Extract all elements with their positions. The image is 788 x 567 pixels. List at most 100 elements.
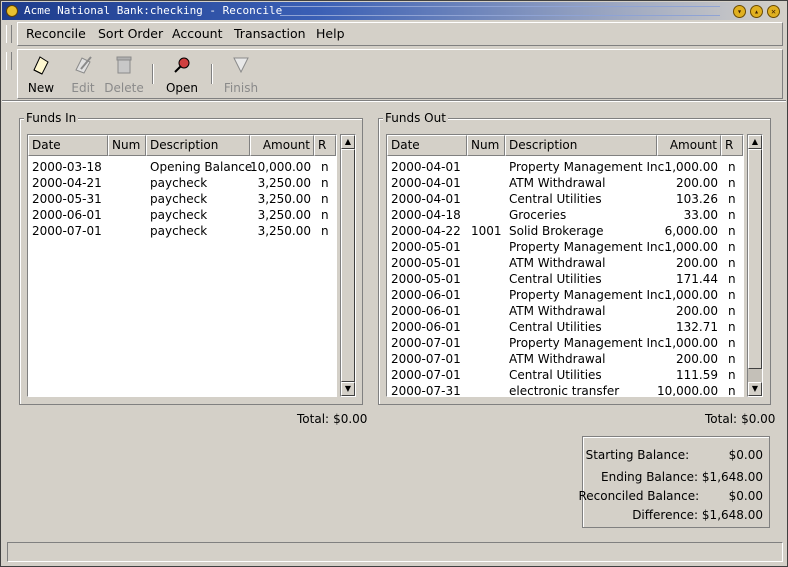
cell-date: 2000-07-31 [391, 384, 461, 397]
cell-description: Central Utilities [509, 368, 602, 382]
menu-account[interactable]: Account [172, 26, 222, 41]
cell-amount: 3,250.00 [257, 176, 311, 190]
funds-in-list[interactable]: Date Num Description Amount R 2000-03-18… [27, 134, 337, 397]
col-date[interactable]: Date [28, 135, 108, 156]
cell-reconciled: n [728, 240, 736, 254]
scroll-thumb[interactable] [341, 149, 355, 382]
cell-reconciled: n [728, 368, 736, 382]
table-row[interactable]: 2000-04-01 ATM Withdrawal 200.00 n [387, 175, 743, 191]
close-icon[interactable]: ✕ [767, 5, 780, 18]
cell-description: paycheck [150, 208, 208, 222]
menubar-handle[interactable] [6, 25, 12, 43]
cell-reconciled: n [321, 176, 329, 190]
maximize-icon[interactable]: ▴ [750, 5, 763, 18]
menu-help[interactable]: Help [316, 26, 345, 41]
menu-transaction[interactable]: Transaction [234, 26, 306, 41]
table-row[interactable]: 2000-07-01 paycheck 3,250.00 n [28, 223, 336, 239]
table-row[interactable]: 2000-04-21 paycheck 3,250.00 n [28, 175, 336, 191]
table-row[interactable]: 2000-07-01 Central Utilities 111.59 n [387, 367, 743, 383]
table-row[interactable]: 2000-04-01 Central Utilities 103.26 n [387, 191, 743, 207]
scroll-down-icon[interactable]: ▼ [341, 382, 355, 396]
cell-date: 2000-07-01 [391, 368, 461, 382]
cell-reconciled: n [321, 192, 329, 206]
table-row[interactable]: 2000-05-01 ATM Withdrawal 200.00 n [387, 255, 743, 271]
cell-amount: 103.26 [676, 192, 718, 206]
cell-reconciled: n [728, 256, 736, 270]
new-icon [20, 54, 62, 76]
table-row[interactable]: 2000-06-01 Property Management Inc. 1,000.… [387, 287, 743, 303]
col-num[interactable]: Num [467, 135, 505, 156]
cell-amount: 6,000.00 [664, 224, 718, 238]
table-row[interactable]: 2000-06-01 Central Utilities 132.71 n [387, 319, 743, 335]
col-amount[interactable]: Amount [250, 135, 314, 156]
table-row[interactable]: 2000-07-31 electronic transfer 10,000.00 n [387, 383, 743, 397]
cell-date: 2000-05-31 [32, 192, 102, 206]
title-bar[interactable]: Acme National Bank:checking - Reconcile … [2, 2, 786, 20]
table-row[interactable]: 2000-05-31 paycheck 3,250.00 n [28, 191, 336, 207]
funds-out-scrollbar[interactable]: ▲ ▼ [747, 134, 763, 397]
cell-reconciled: n [728, 352, 736, 366]
table-row[interactable]: 2000-05-01 Property Management Inc. 1,000.… [387, 239, 743, 255]
funds-in-scrollbar[interactable]: ▲ ▼ [340, 134, 356, 397]
table-row[interactable]: 2000-07-01 ATM Withdrawal 200.00 n [387, 351, 743, 367]
cell-description: paycheck [150, 176, 208, 190]
table-row[interactable]: 2000-06-01 paycheck 3,250.00 n [28, 207, 336, 223]
trash-icon [103, 54, 145, 76]
finish-button[interactable]: Finish [220, 54, 262, 98]
minimize-icon[interactable]: ▾ [733, 5, 746, 18]
col-date[interactable]: Date [387, 135, 467, 156]
funds-out-frame: Funds Out Date Num Description Amount R … [378, 111, 771, 405]
cell-date: 2000-05-01 [391, 240, 461, 254]
scroll-down-icon[interactable]: ▼ [748, 382, 762, 396]
cell-amount: 132.71 [676, 320, 718, 334]
funds-out-label: Funds Out [383, 111, 448, 125]
cell-date: 2000-07-01 [391, 336, 461, 350]
table-row[interactable]: 2000-04-01 Property Management Inc. 1,000.… [387, 159, 743, 175]
col-reconciled[interactable]: R [314, 135, 336, 156]
cell-reconciled: n [728, 272, 736, 286]
menu-bar: Reconcile Sort Order Account Transaction… [6, 22, 783, 46]
new-button[interactable]: New [20, 54, 62, 98]
scroll-up-icon[interactable]: ▲ [748, 135, 762, 149]
open-button[interactable]: Open [161, 54, 203, 98]
toolbar: New Edit Delete Open Finish [6, 49, 783, 99]
cell-description: Property Management Inc. [509, 336, 669, 350]
cell-amount: 171.44 [676, 272, 718, 286]
table-row[interactable]: 2000-05-01 Central Utilities 171.44 n [387, 271, 743, 287]
cell-description: ATM Withdrawal [509, 176, 606, 190]
menu-sort-order[interactable]: Sort Order [98, 26, 163, 41]
delete-button[interactable]: Delete [103, 54, 145, 98]
funds-out-list[interactable]: Date Num Description Amount R 2000-04-01… [386, 134, 744, 397]
cell-reconciled: n [728, 320, 736, 334]
toolbar-handle[interactable] [6, 52, 12, 70]
edit-button[interactable]: Edit [62, 54, 104, 98]
cell-date: 2000-04-21 [32, 176, 102, 190]
funds-out-total: Total: $0.00 [705, 412, 776, 426]
scroll-up-icon[interactable]: ▲ [341, 135, 355, 149]
cell-date: 2000-07-01 [32, 224, 102, 238]
col-amount[interactable]: Amount [657, 135, 721, 156]
window-menu-icon[interactable] [6, 5, 18, 17]
cell-description: Central Utilities [509, 272, 602, 286]
cell-description: Property Management Inc. [509, 288, 669, 302]
cell-amount: 33.00 [683, 208, 718, 222]
cell-amount: 200.00 [676, 176, 718, 190]
table-row[interactable]: 2000-04-22 1001 Solid Brokerage 6,000.00 n [387, 223, 743, 239]
toolbar-divider [2, 100, 786, 102]
scroll-thumb[interactable] [748, 149, 762, 369]
reconciled-balance: Reconciled Balance: $0.00 [578, 489, 763, 503]
table-row[interactable]: 2000-07-01 Property Management Inc. 1,000.… [387, 335, 743, 351]
menu-reconcile[interactable]: Reconcile [26, 26, 86, 41]
cell-reconciled: n [728, 208, 736, 222]
balance-summary: Starting Balance: $0.00 Ending Balance: … [578, 436, 770, 528]
cell-date: 2000-05-01 [391, 256, 461, 270]
col-reconciled[interactable]: R [721, 135, 743, 156]
table-row[interactable]: 2000-04-18 Groceries 33.00 n [387, 207, 743, 223]
col-num[interactable]: Num [108, 135, 146, 156]
cell-reconciled: n [728, 288, 736, 302]
table-row[interactable]: 2000-06-01 ATM Withdrawal 200.00 n [387, 303, 743, 319]
cell-date: 2000-06-01 [391, 288, 461, 302]
col-description[interactable]: Description [505, 135, 657, 156]
table-row[interactable]: 2000-03-18 Opening Balance 10,000.00 n [28, 159, 336, 175]
col-description[interactable]: Description [146, 135, 250, 156]
